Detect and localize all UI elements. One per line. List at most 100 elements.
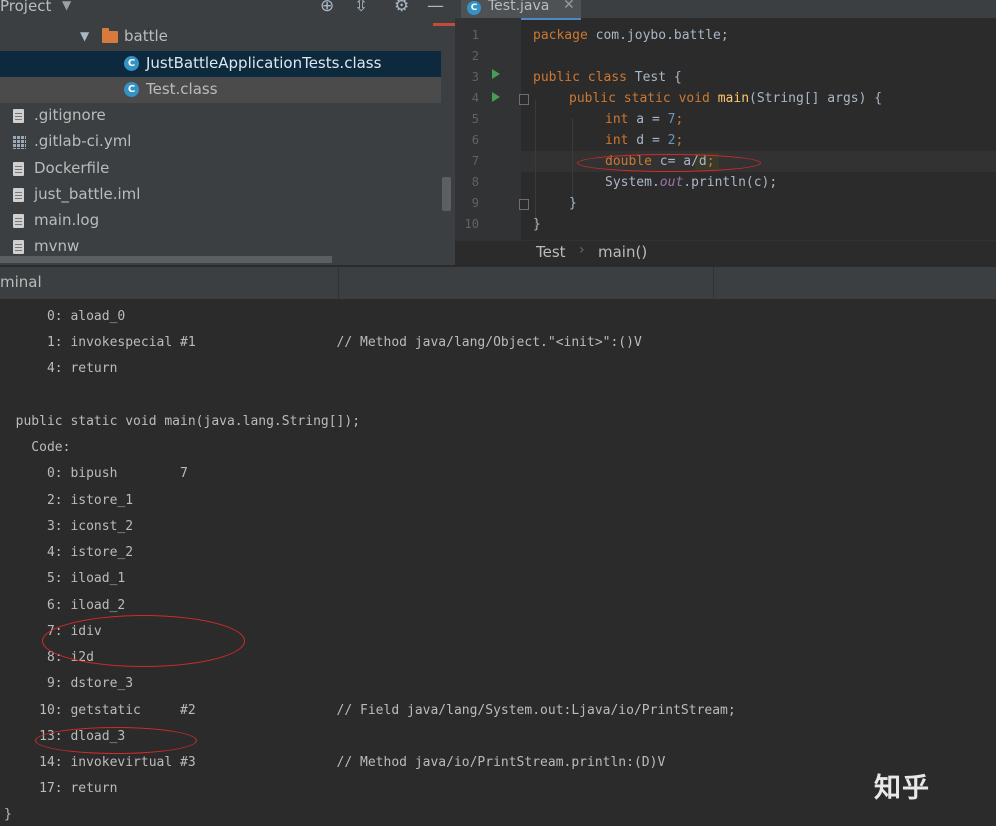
code-text: (String[] args) {	[749, 91, 883, 106]
terminal-line: 10: getstatic #2 // Field java/lang/Syst…	[0, 703, 736, 718]
code-editor[interactable]: C Test.java ✕ 1 2 3 4 5 6 7 8 9 10 packa…	[455, 0, 996, 265]
keyword: public static void	[569, 91, 710, 106]
semicolon: ;	[675, 133, 684, 148]
zhihu-watermark: 知乎	[874, 773, 930, 804]
code-text: System.	[605, 175, 660, 190]
red-annotation-ellipse	[42, 615, 245, 667]
java-class-icon: C	[467, 1, 481, 15]
keyword: public class	[533, 70, 627, 85]
method-name: main	[717, 91, 750, 106]
tree-item-gitignore[interactable]: .gitignore	[0, 103, 441, 129]
tree-item-main-log[interactable]: main.log	[0, 208, 441, 234]
chevron-down-icon[interactable]: ▼	[62, 0, 71, 12]
line-number: 10	[464, 217, 479, 231]
semicolon: ;	[675, 112, 684, 127]
code-text: a =	[628, 112, 668, 127]
run-main-icon[interactable]	[492, 92, 500, 102]
code-line-3: public class Test {	[533, 67, 682, 88]
line-number: 8	[471, 175, 479, 189]
line-number: 4	[471, 91, 479, 105]
text-file-icon	[13, 240, 24, 254]
terminal-title[interactable]: minal	[0, 273, 42, 291]
code-text: com.joybo.battle;	[587, 28, 729, 43]
keyword: int	[605, 112, 629, 127]
terminal-line: 4: return	[0, 361, 118, 376]
folder-icon	[102, 28, 118, 43]
tree-item-test-class[interactable]: C Test.class	[0, 77, 441, 103]
tree-item-justbattleapplicationtests[interactable]: C JustBattleApplicationTests.class	[0, 51, 441, 77]
breadcrumb-method[interactable]: main()	[598, 243, 647, 261]
line-number: 2	[471, 49, 479, 63]
text-file-icon	[13, 162, 24, 176]
tree-item-label: .gitignore	[34, 106, 106, 124]
vertical-scrollbar[interactable]	[442, 177, 451, 211]
terminal-line: 4: istore_2	[0, 545, 134, 560]
tab-test-java[interactable]: C Test.java ✕	[461, 0, 581, 20]
line-number: 9	[471, 196, 479, 210]
terminal-line: 3: iconst_2	[0, 519, 134, 534]
tree-item-dockerfile[interactable]: Dockerfile	[0, 156, 441, 182]
code-line-8: System.out.println(c);	[605, 172, 777, 193]
code-line-4: public static void main(String[] args) {	[569, 88, 882, 109]
terminal-line: 1: invokespecial #1 // Method java/lang/…	[0, 335, 642, 350]
divider	[713, 267, 714, 299]
divider	[338, 267, 339, 299]
collapse-all-icon[interactable]: ⇳	[354, 0, 368, 16]
project-panel-header: Project ▼ ⊕ ⇳ ⚙ —	[0, 0, 455, 20]
tree-item-label: .gitlab-ci.yml	[34, 132, 132, 150]
breadcrumb-separator-icon: ›	[579, 242, 585, 258]
keyword: int	[605, 133, 629, 148]
log-file-icon	[13, 214, 24, 228]
line-number: 1	[471, 28, 479, 42]
tree-item-gitlab-ci[interactable]: .gitlab-ci.yml	[0, 129, 441, 155]
code-text: }	[569, 196, 577, 211]
terminal-line: 9: dstore_3	[0, 676, 134, 691]
terminal-panel[interactable]: minal 0: aload_0 1: invokespecial #1 // …	[0, 265, 996, 824]
code-line-1: package com.joybo.battle;	[533, 25, 729, 46]
terminal-line: }	[4, 807, 12, 822]
tree-item-label: battle	[124, 27, 168, 45]
fold-marker-icon[interactable]	[519, 199, 529, 210]
minimize-icon[interactable]: —	[427, 0, 444, 16]
line-number: 5	[471, 112, 479, 126]
keyword: package	[533, 28, 588, 43]
expand-triangle-icon[interactable]: ▼	[80, 29, 89, 43]
terminal-line: 17: return	[0, 781, 118, 796]
code-line-5: int a = 7;	[605, 109, 683, 130]
terminal-line: public static void main(java.lang.String…	[0, 414, 361, 429]
breadcrumb-class[interactable]: Test	[536, 243, 566, 261]
terminal-header: minal	[0, 267, 996, 299]
code-text: .println(c);	[683, 175, 778, 190]
tree-item-battle[interactable]: ▼ battle	[0, 24, 441, 50]
terminal-line: 5: iload_1	[0, 571, 126, 586]
terminal-line: 14: invokevirtual #3 // Method java/io/P…	[0, 755, 666, 770]
terminal-line: Code:	[0, 440, 71, 455]
terminal-line: 2: istore_1	[0, 493, 134, 508]
tree-item-iml[interactable]: just_battle.iml	[0, 182, 441, 208]
code-line-6: int d = 2;	[605, 130, 683, 151]
gear-icon[interactable]: ⚙	[394, 0, 409, 16]
tree-item-label: JustBattleApplicationTests.class	[146, 54, 382, 72]
tree-item-label: mvnw	[34, 237, 80, 255]
breadcrumb: Test › main()	[455, 240, 996, 265]
terminal-line: 6: iload_2	[0, 598, 126, 613]
project-panel-title[interactable]: Project	[0, 0, 51, 15]
iml-file-icon	[13, 188, 24, 202]
code-area[interactable]: package com.joybo.battle; public class T…	[533, 18, 996, 240]
fold-marker-icon[interactable]	[519, 94, 529, 105]
class-file-icon: C	[124, 82, 139, 97]
close-icon[interactable]: ✕	[563, 0, 575, 13]
tree-item-label: Test.class	[146, 80, 218, 98]
line-number: 7	[471, 154, 479, 168]
code-line-10: }	[533, 214, 541, 235]
horizontal-scrollbar[interactable]	[0, 256, 332, 263]
tab-label: Test.java	[488, 0, 550, 14]
project-panel: Project ▼ ⊕ ⇳ ⚙ — ▼ battle C JustBattleA…	[0, 0, 455, 265]
run-class-icon[interactable]	[492, 69, 500, 79]
locate-target-icon[interactable]: ⊕	[320, 0, 334, 16]
tree-item-label: main.log	[34, 211, 100, 229]
yaml-file-icon	[12, 135, 26, 149]
line-number: 6	[471, 133, 479, 147]
code-line-9: }	[569, 193, 577, 214]
text-file-icon	[13, 109, 24, 123]
